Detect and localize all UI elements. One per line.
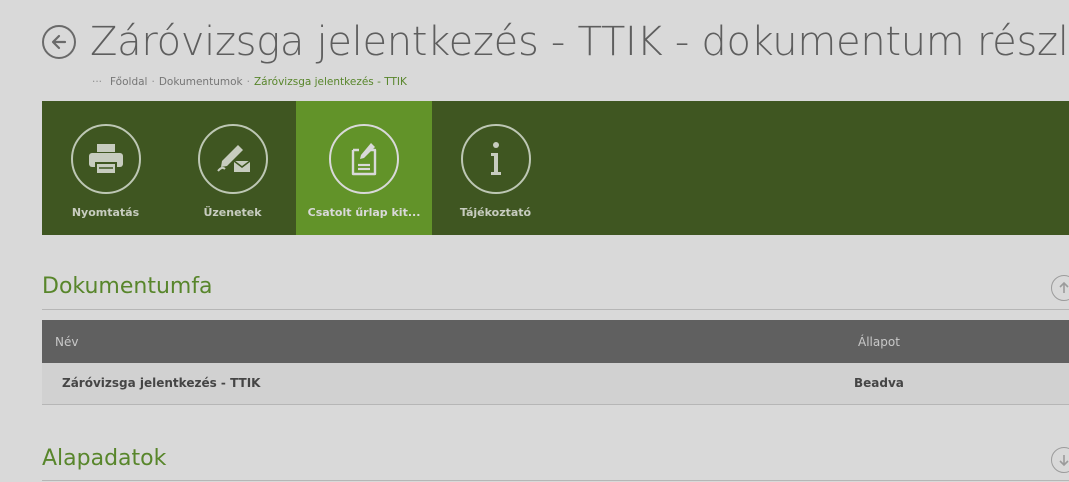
info-label: Tájékoztató [459, 206, 532, 219]
breadcrumb-separator: · [246, 76, 250, 88]
basic-data-title: Alapadatok [42, 446, 167, 471]
breadcrumb-home[interactable]: Főoldal [110, 76, 147, 88]
form-edit-icon [351, 143, 377, 176]
modal-dim-overlay [0, 0, 1069, 482]
page: Záróvizsga jelentkezés - TTIK - dokument… [0, 0, 1069, 482]
section-divider [42, 309, 1069, 310]
table-row[interactable]: Záróvizsga jelentkezés - TTIK Beadva [42, 363, 1069, 405]
page-title: Záróvizsga jelentkezés - TTIK - dokument… [90, 19, 1069, 65]
arrow-down-icon [1059, 455, 1069, 467]
breadcrumb-separator: · [151, 76, 155, 88]
table-header: Név Állapot [42, 320, 1069, 363]
title-row: Záróvizsga jelentkezés - TTIK - dokument… [42, 12, 1069, 72]
back-button[interactable] [42, 25, 76, 59]
collapse-up-icon[interactable] [1051, 275, 1069, 301]
breadcrumb: ··· Főoldal · Dokumentumok · Záróvizsga … [92, 76, 407, 88]
breadcrumb-more[interactable]: ··· [92, 76, 102, 88]
attached-form-label: Csatolt űrlap kit... [307, 206, 421, 219]
info-icon [490, 142, 501, 175]
row-document-name: Záróvizsga jelentkezés - TTIK [62, 376, 261, 390]
print-button-circle [70, 124, 141, 194]
messages-label: Üzenetek [203, 206, 262, 219]
messages-button[interactable]: Üzenetek [169, 101, 296, 235]
attached-form-button[interactable]: Csatolt űrlap kit... [296, 101, 432, 235]
column-header-name[interactable]: Név [55, 335, 78, 349]
print-button[interactable]: Nyomtatás [42, 101, 169, 235]
attached-form-button-circle [329, 124, 399, 194]
messages-button-circle [197, 124, 268, 194]
column-header-status[interactable]: Állapot [858, 335, 900, 349]
section-divider [42, 480, 1069, 481]
printer-icon [88, 144, 123, 175]
print-label: Nyomtatás [71, 206, 140, 219]
back-arrow-icon [51, 34, 67, 50]
breadcrumb-documents[interactable]: Dokumentumok [159, 76, 243, 88]
breadcrumb-current: Záróvizsga jelentkezés - TTIK [253, 76, 407, 88]
action-toolbar: Nyomtatás Üzenetek Csatolt űrlap kit... … [42, 101, 1069, 235]
info-button-circle [460, 124, 531, 194]
info-button[interactable]: Tájékoztató [432, 101, 559, 235]
document-tree-title: Dokumentumfa [42, 274, 213, 299]
expand-down-icon[interactable] [1051, 447, 1069, 473]
row-document-status: Beadva [854, 376, 904, 390]
message-icon [216, 145, 250, 172]
arrow-up-icon [1059, 281, 1069, 293]
